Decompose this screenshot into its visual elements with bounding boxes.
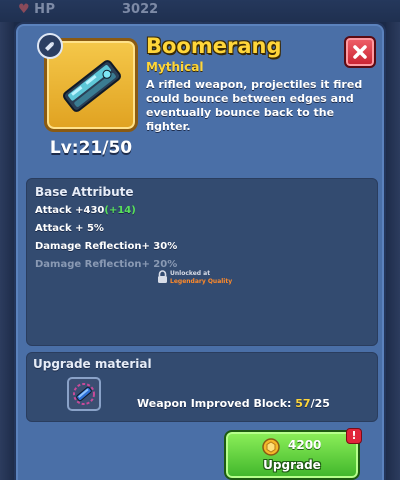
upgrade-cost: 4200 — [288, 438, 322, 452]
item-level: Lv:21/50 — [49, 138, 133, 158]
gold-coin-icon — [262, 438, 280, 456]
base-attribute-section: Base Attribute Attack +430(+14) Attack +… — [26, 178, 378, 346]
item-rarity: Mythical — [146, 60, 204, 74]
attribute-section-title: Base Attribute — [35, 185, 134, 199]
background-status-bar: ♥ HP 3022 — [0, 0, 400, 22]
upgrade-material-section: Upgrade material Weapon Improved Block: … — [26, 352, 378, 422]
item-name: Boomerang — [146, 34, 282, 58]
material-section-title: Upgrade material — [33, 357, 152, 371]
material-requirement: Weapon Improved Block: 57/25 — [137, 397, 330, 410]
lock-icon — [158, 270, 167, 283]
background-right-edge — [386, 22, 400, 480]
background-left-edge — [0, 22, 14, 480]
weapon-block-icon — [73, 383, 95, 405]
close-button[interactable] — [344, 36, 376, 68]
attack-stat-bonus: (+14) — [104, 205, 136, 216]
locked-note-quality: Legendary Quality — [170, 278, 233, 285]
background-hp-label: ♥ HP — [18, 2, 56, 17]
hp-label-text: HP — [34, 2, 56, 17]
attack-percent-stat: Attack + 5% — [35, 223, 104, 234]
item-icon-frame — [37, 33, 138, 132]
attack-stat-value: Attack +430 — [35, 205, 105, 216]
boomerang-weapon-icon — [62, 60, 122, 112]
close-icon — [353, 45, 367, 59]
item-description: A rifled weapon, projectiles it fired co… — [146, 78, 363, 133]
locked-note-text: Unlocked at Legendary Quality — [170, 270, 232, 286]
alert-badge: ! — [346, 428, 362, 444]
locked-note-label: Unlocked at — [170, 270, 211, 277]
background-hp-value: 3022 — [122, 2, 159, 17]
reflection-stat: Damage Reflection+ 30% — [35, 241, 178, 252]
item-detail-panel: Lv:21/50 Boomerang Mythical A rifled wea… — [14, 22, 386, 480]
upgrade-button[interactable]: 4200 Upgrade ! — [224, 428, 362, 480]
locked-stat-note: Unlocked at Legendary Quality — [157, 270, 232, 286]
heart-icon: ♥ — [18, 2, 31, 17]
material-name: Weapon Improved Block: — [137, 397, 292, 410]
upgrade-label: Upgrade — [263, 458, 321, 472]
material-have-count: 57 — [295, 397, 311, 410]
attack-stat: Attack +430(+14) — [35, 205, 136, 216]
material-need-count: /25 — [310, 397, 330, 410]
weapon-block-slot[interactable] — [67, 377, 101, 411]
reflection-locked-stat: Damage Reflection+ 20% — [35, 259, 178, 270]
